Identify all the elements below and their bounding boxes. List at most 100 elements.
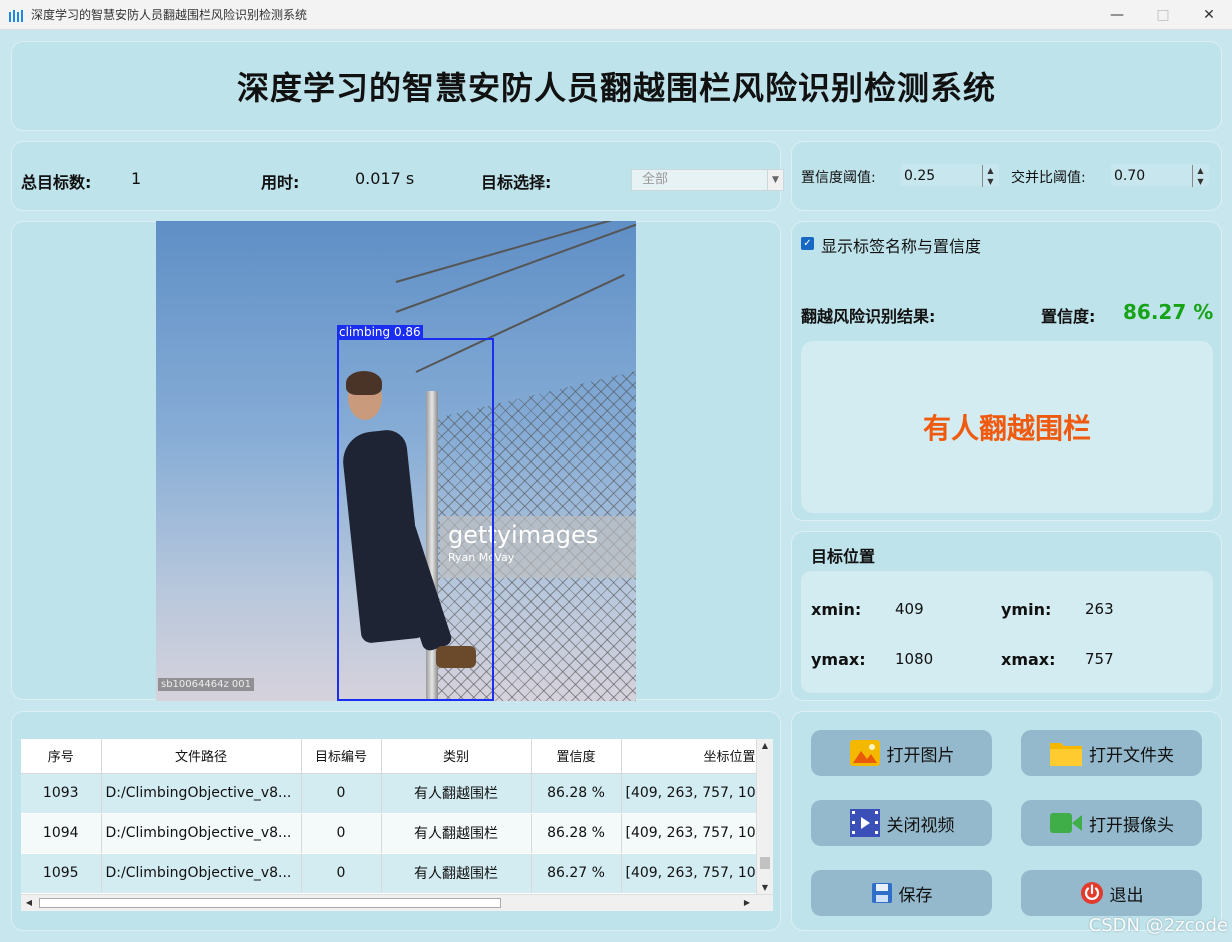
table-cell[interactable]: D:/ClimbingObjective_v8... [101, 813, 302, 854]
table-cell[interactable]: D:/ClimbingObjective_v8... [101, 773, 302, 814]
vertical-scroll-thumb[interactable] [760, 857, 770, 869]
xmin-label: xmin: [811, 600, 862, 619]
total-targets-label: 总目标数: [21, 173, 92, 192]
xmax-value: 757 [1085, 650, 1114, 668]
table-header-row: 序号 文件路径 目标编号 类别 置信度 坐标位置 [21, 739, 757, 774]
table-cell[interactable]: 1093 [21, 773, 102, 814]
table-cell[interactable]: 1094 [21, 813, 102, 854]
open-folder-label: 打开文件夹 [1089, 745, 1174, 766]
minimize-button[interactable]: — [1094, 0, 1140, 30]
result-panel: ✓ 显示标签名称与置信度 翻越风险识别结果: 置信度: 86.27 % 有人翻越… [791, 221, 1222, 521]
table-cell[interactable]: 1095 [21, 853, 102, 894]
table-header-cell[interactable]: 类别 [381, 739, 532, 774]
table-cell[interactable]: [409, 263, 757, 108 [621, 853, 757, 894]
table-cell[interactable]: [409, 263, 757, 108 [621, 813, 757, 854]
photo-id: sb10064464z 001 [158, 678, 254, 691]
conf-threshold-spinbox[interactable]: 0.25 ▲ ▼ [901, 164, 999, 187]
ymin-label: ymin: [1001, 600, 1052, 619]
scroll-left-icon[interactable]: ◀ [21, 898, 37, 907]
controls-panel: 打开图片 打开文件夹 关闭视频 打开摄像头 保存 退出 [791, 711, 1222, 931]
detection-image: gettyimages Ryan McVay climbing 0.86 sb1… [156, 221, 636, 701]
spin-down-icon[interactable]: ▼ [983, 176, 998, 187]
table-cell[interactable]: 0 [301, 773, 382, 814]
table-cell[interactable]: D:/ClimbingObjective_v8... [101, 853, 302, 894]
exit-button[interactable]: 退出 [1021, 870, 1202, 916]
scroll-up-icon[interactable]: ▲ [757, 741, 773, 750]
result-text: 有人翻越围栏 [922, 412, 1091, 445]
folder-icon [1050, 743, 1082, 766]
table-header-cell[interactable]: 置信度 [531, 739, 622, 774]
position-title: 目标位置 [811, 547, 876, 566]
table-header-cell[interactable]: 坐标位置 [621, 739, 757, 774]
app-body: 深度学习的智慧安防人员翻越围栏风险识别检测系统 总目标数: 1 用时: 0.01… [0, 30, 1232, 942]
horizontal-scrollbar[interactable]: ◀ ▶ [21, 894, 773, 911]
csdn-watermark: CSDN @2zcode [1088, 915, 1228, 936]
open-camera-button[interactable]: 打开摄像头 [1021, 800, 1202, 846]
table-header-cell[interactable]: 序号 [21, 739, 102, 774]
xmin-value: 409 [895, 600, 924, 618]
results-table[interactable]: 序号 文件路径 目标编号 类别 置信度 坐标位置 1093 D:/Climbin… [21, 739, 773, 911]
save-button[interactable]: 保存 [811, 870, 992, 916]
xmax-label: xmax: [1001, 650, 1056, 669]
camera-icon [1050, 813, 1082, 833]
result-display: 有人翻越围栏 [801, 341, 1213, 513]
target-select-label: 目标选择: [481, 173, 552, 192]
table-row[interactable]: 1093 D:/ClimbingObjective_v8... 0 有人翻越围栏… [21, 773, 757, 814]
spin-up-icon[interactable]: ▲ [1193, 165, 1208, 176]
ymax-label: ymax: [811, 650, 866, 669]
detection-label: climbing 0.86 [337, 325, 423, 339]
close-video-button[interactable]: 关闭视频 [811, 800, 992, 846]
app-icon [9, 8, 25, 22]
table-cell[interactable]: 0 [301, 813, 382, 854]
spin-down-icon[interactable]: ▼ [1193, 176, 1208, 187]
scroll-right-icon[interactable]: ▶ [739, 898, 755, 907]
position-box: xmin: 409 ymin: 263 ymax: 1080 xmax: 757 [801, 571, 1213, 693]
target-select-value: 全部 [642, 172, 669, 187]
open-camera-label: 打开摄像头 [1089, 815, 1174, 836]
threshold-panel: 置信度阈值: 0.25 ▲ ▼ 交并比阈值: 0.70 ▲ ▼ [791, 141, 1222, 211]
table-cell[interactable]: 有人翻越围栏 [381, 853, 532, 894]
table-header-cell[interactable]: 目标编号 [301, 739, 382, 774]
result-label: 翻越风险识别结果: [801, 307, 936, 326]
barbed-wire [395, 221, 636, 283]
iou-threshold-value: 0.70 [1114, 168, 1146, 184]
spin-up-icon[interactable]: ▲ [983, 165, 998, 176]
video-icon [849, 809, 880, 837]
power-icon [1080, 882, 1103, 904]
show-labels-checkbox[interactable]: ✓ [801, 237, 814, 250]
table-cell[interactable]: 有人翻越围栏 [381, 773, 532, 814]
detection-bounding-box [337, 338, 494, 701]
chevron-down-icon[interactable]: ▼ [767, 170, 783, 190]
exit-label: 退出 [1109, 885, 1144, 906]
scroll-down-icon[interactable]: ▼ [757, 883, 773, 892]
total-targets-value: 1 [131, 169, 142, 188]
window-controls: — □ ✕ [1094, 0, 1232, 30]
show-labels-label: 显示标签名称与置信度 [821, 237, 982, 256]
save-icon [871, 883, 892, 903]
table-header-cell[interactable]: 文件路径 [101, 739, 302, 774]
results-table-panel: 序号 文件路径 目标编号 类别 置信度 坐标位置 1093 D:/Climbin… [11, 711, 781, 931]
iou-threshold-label: 交并比阈值: [1011, 170, 1086, 186]
vertical-scrollbar[interactable]: ▲ ▼ [756, 739, 773, 894]
iou-threshold-spinbox[interactable]: 0.70 ▲ ▼ [1111, 164, 1209, 187]
table-row[interactable]: 1095 D:/ClimbingObjective_v8... 0 有人翻越围栏… [21, 853, 757, 894]
open-folder-button[interactable]: 打开文件夹 [1021, 730, 1202, 776]
close-video-label: 关闭视频 [886, 815, 955, 836]
barbed-wire [395, 222, 636, 313]
table-cell[interactable]: 有人翻越围栏 [381, 813, 532, 854]
table-cell[interactable]: 86.28 % [531, 773, 622, 814]
open-image-button[interactable]: 打开图片 [811, 730, 992, 776]
window-titlebar: 深度学习的智慧安防人员翻越围栏风险识别检测系统 — □ ✕ [0, 0, 1232, 30]
open-image-label: 打开图片 [886, 745, 955, 766]
table-cell[interactable]: [409, 263, 757, 108 [621, 773, 757, 814]
table-cell[interactable]: 0 [301, 853, 382, 894]
stats-panel: 总目标数: 1 用时: 0.017 s 目标选择: 全部 ▼ [11, 141, 784, 211]
target-select[interactable]: 全部 ▼ [631, 169, 784, 191]
maximize-button[interactable]: □ [1140, 0, 1186, 30]
horizontal-scroll-thumb[interactable] [39, 898, 501, 908]
close-window-button[interactable]: ✕ [1186, 0, 1232, 30]
table-cell[interactable]: 86.27 % [531, 853, 622, 894]
table-cell[interactable]: 86.28 % [531, 813, 622, 854]
window-title: 深度学习的智慧安防人员翻越围栏风险识别检测系统 [31, 8, 308, 22]
table-row[interactable]: 1094 D:/ClimbingObjective_v8... 0 有人翻越围栏… [21, 813, 757, 854]
